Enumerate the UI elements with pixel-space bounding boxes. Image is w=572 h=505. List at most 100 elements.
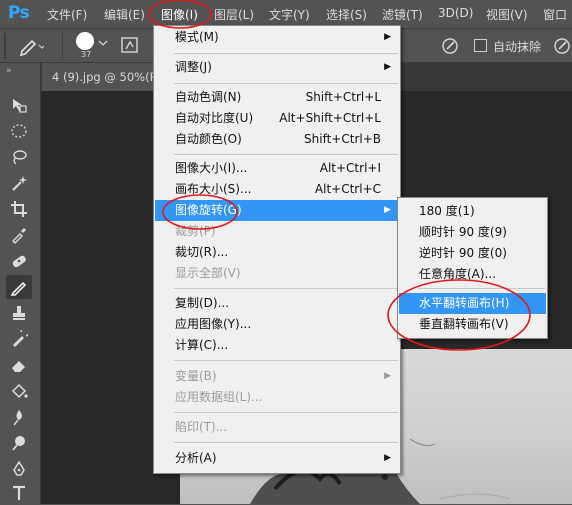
menu-item-arbitrary-angle[interactable]: 任意角度(A)...	[399, 264, 546, 285]
menu-item-label: 裁切(R)...	[175, 245, 229, 259]
stamp-tool-icon[interactable]	[6, 301, 32, 325]
menu-item-flip-canvas-horizontal[interactable]: 水平翻转画布(H)	[399, 293, 546, 314]
document-tab[interactable]: 4 (9).jpg @ 50%(R	[42, 63, 162, 91]
menu-item-trap[interactable]: 陷印(T)...	[155, 417, 399, 438]
submenu-arrow-icon: ▶	[384, 453, 391, 463]
menu-item-trim[interactable]: 裁切(R)...	[155, 242, 399, 263]
menu-item-apply-data-set[interactable]: 应用数据组(L)...	[155, 387, 399, 408]
image-menu-dropdown: 模式(M) ▶ 调整(J) ▶ 自动色调(N) Shift+Ctrl+L 自动对…	[153, 25, 401, 474]
photoshop-logo: Ps	[8, 3, 30, 23]
menu-item-label: 自动色调(N)	[175, 90, 242, 104]
menu-item-flip-canvas-vertical[interactable]: 垂直翻转画布(V)	[399, 314, 546, 335]
menu-item-label: 顺时针 90 度(9)	[419, 225, 507, 239]
menu-window[interactable]: 窗口	[543, 6, 567, 23]
menu-separator	[418, 288, 545, 289]
menu-item-label: 模式(M)	[175, 30, 219, 44]
menu-item-label: 垂直翻转画布(V)	[419, 317, 509, 331]
menu-item-duplicate[interactable]: 复制(D)...	[155, 293, 399, 314]
menu-item-analysis[interactable]: 分析(A) ▶	[155, 448, 399, 469]
marquee-tool-icon[interactable]	[6, 119, 32, 143]
shortcut-text: Shift+Ctrl+L	[305, 90, 381, 104]
shortcut-text: Alt+Shift+Ctrl+L	[279, 111, 381, 125]
menu-separator	[174, 360, 398, 361]
paint-bucket-tool-icon[interactable]	[6, 379, 32, 403]
menu-item-label: 图像大小(I)...	[175, 161, 248, 175]
healing-brush-tool-icon[interactable]	[6, 249, 32, 273]
menu-item-label: 复制(D)...	[175, 296, 230, 310]
history-brush-tool-icon[interactable]	[6, 327, 32, 351]
menu-item-label: 任意角度(A)...	[419, 267, 497, 281]
menu-select[interactable]: 选择(S)	[326, 6, 367, 23]
chevron-down-icon[interactable]	[98, 37, 108, 51]
menu-layer[interactable]: 图层(L)	[214, 6, 254, 23]
shortcut-text: Alt+Ctrl+I	[319, 161, 381, 175]
menu-item-label: 逆时针 90 度(0)	[419, 246, 507, 260]
menu-item-rotate-90-ccw[interactable]: 逆时针 90 度(0)	[399, 243, 546, 264]
pencil-tool-icon[interactable]	[6, 275, 32, 299]
menu-edit[interactable]: 编辑(E)	[104, 6, 145, 23]
menu-separator	[174, 53, 398, 54]
menu-item-label: 自动颜色(O)	[175, 132, 242, 146]
menu-item-image-rotation[interactable]: 图像旋转(G) ▶	[155, 200, 399, 221]
submenu-arrow-icon: ▶	[384, 32, 391, 42]
menu-item-label: 画布大小(S)...	[175, 182, 252, 196]
menu-item-crop[interactable]: 裁剪(P)	[155, 221, 399, 242]
divider	[62, 33, 63, 59]
menu-item-label: 显示全部(V)	[175, 266, 241, 280]
type-tool-icon[interactable]	[6, 481, 32, 505]
menu-item-reveal-all[interactable]: 显示全部(V)	[155, 263, 399, 284]
menu-item-label: 应用图像(Y)...	[175, 317, 252, 331]
menu-item-rotate-180[interactable]: 180 度(1)	[399, 201, 546, 222]
tools-panel: »	[0, 63, 41, 504]
pencil-tool-preset-icon[interactable]	[18, 36, 46, 59]
brush-panel-icon[interactable]	[120, 35, 140, 58]
eraser-tool-icon[interactable]	[6, 353, 32, 377]
menu-item-label: 图像旋转(G)	[175, 203, 242, 217]
image-rotation-submenu: 180 度(1) 顺时针 90 度(9) 逆时针 90 度(0) 任意角度(A)…	[397, 197, 548, 339]
expand-toolbar-icon[interactable]: »	[6, 66, 12, 76]
submenu-arrow-icon: ▶	[384, 371, 391, 381]
menu-item-label: 变量(B)	[175, 369, 217, 383]
lasso-tool-icon[interactable]	[6, 145, 32, 169]
menu-item-calculations[interactable]: 计算(C)...	[155, 335, 399, 356]
menu-item-rotate-90-cw[interactable]: 顺时针 90 度(9)	[399, 222, 546, 243]
move-tool-icon[interactable]	[6, 93, 32, 117]
menu-item-label: 180 度(1)	[419, 204, 475, 218]
symmetry-icon[interactable]	[552, 36, 572, 59]
menu-separator	[174, 442, 398, 443]
menu-3d[interactable]: 3D(D)	[438, 6, 473, 20]
menu-item-auto-contrast[interactable]: 自动对比度(U) Alt+Shift+Ctrl+L	[155, 108, 399, 129]
menu-item-adjustments[interactable]: 调整(J) ▶	[155, 57, 399, 78]
menu-type[interactable]: 文字(Y)	[269, 6, 310, 23]
menu-item-apply-image[interactable]: 应用图像(Y)...	[155, 314, 399, 335]
menu-item-canvas-size[interactable]: 画布大小(S)... Alt+Ctrl+C	[155, 179, 399, 200]
options-grip	[4, 33, 6, 59]
menu-view[interactable]: 视图(V)	[486, 6, 528, 23]
menu-item-auto-tone[interactable]: 自动色调(N) Shift+Ctrl+L	[155, 87, 399, 108]
shortcut-text: Shift+Ctrl+B	[304, 132, 381, 146]
menu-item-label: 自动对比度(U)	[175, 111, 254, 125]
menu-item-label: 水平翻转画布(H)	[419, 296, 510, 310]
menu-item-mode[interactable]: 模式(M) ▶	[155, 27, 399, 48]
menu-item-variables[interactable]: 变量(B) ▶	[155, 366, 399, 387]
menu-item-label: 陷印(T)...	[175, 420, 228, 434]
menu-item-image-size[interactable]: 图像大小(I)... Alt+Ctrl+I	[155, 158, 399, 179]
pen-tool-icon[interactable]	[6, 457, 32, 481]
blur-tool-icon[interactable]	[6, 405, 32, 429]
menu-item-label: 分析(A)	[175, 451, 217, 465]
eyedropper-tool-icon[interactable]	[6, 223, 32, 247]
menu-file[interactable]: 文件(F)	[47, 6, 87, 23]
pressure-icon[interactable]	[440, 36, 460, 59]
dodge-tool-icon[interactable]	[6, 431, 32, 455]
menu-separator	[174, 83, 398, 84]
shortcut-text: Alt+Ctrl+C	[314, 182, 381, 196]
menu-image[interactable]: 图像(I)	[161, 6, 198, 23]
auto-erase-checkbox[interactable]	[474, 39, 487, 52]
menu-item-label: 裁剪(P)	[175, 224, 216, 238]
menu-item-auto-color[interactable]: 自动颜色(O) Shift+Ctrl+B	[155, 129, 399, 150]
brush-preview-icon[interactable]	[76, 32, 94, 50]
menu-filter[interactable]: 滤镜(T)	[382, 6, 423, 23]
magic-wand-tool-icon[interactable]	[6, 171, 32, 195]
crop-tool-icon[interactable]	[6, 197, 32, 221]
menu-separator	[174, 412, 398, 413]
